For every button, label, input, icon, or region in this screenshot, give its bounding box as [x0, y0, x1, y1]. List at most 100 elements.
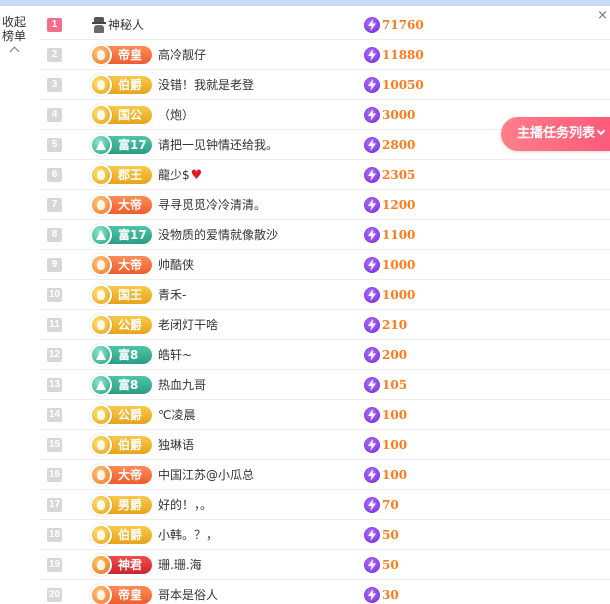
rank-row[interactable]: 9 大帝 帅酷侠 1000 [40, 250, 610, 280]
user-name[interactable]: 独琳语 [158, 437, 194, 453]
noble-badge: 郡王 [90, 164, 152, 186]
streamer-task-list-button[interactable]: 主播任务列表 [501, 117, 610, 151]
user-name[interactable]: 没错！我就是老登 [158, 77, 254, 93]
noble-badge: 富17 [90, 134, 152, 156]
noble-badge: 大帝 [90, 464, 152, 486]
noble-badge: 帝皇 [90, 584, 152, 604]
lightning-icon [364, 167, 380, 183]
lightning-icon [364, 497, 380, 513]
lightning-icon [364, 227, 380, 243]
user-name[interactable]: 寻寻觅觅冷冷清清。 [158, 197, 266, 213]
rank-row[interactable]: 8 富17 没物质的爱情就像散沙 1100 [40, 220, 610, 250]
lightning-icon [364, 47, 380, 63]
noble-badge: 国王 [90, 284, 152, 306]
badge-emblem-icon [90, 104, 112, 126]
lightning-icon [364, 107, 380, 123]
rank-row[interactable]: 10 国王 青禾- 1000 [40, 280, 610, 310]
user-name[interactable]: （炮） [158, 107, 194, 123]
score-value: 100 [382, 408, 408, 422]
badge-emblem-icon [90, 434, 112, 456]
lightning-icon [364, 77, 380, 93]
user-name[interactable]: 热血九哥 [158, 377, 206, 393]
rank-row[interactable]: 1 神秘人 71760 [40, 10, 610, 40]
rank-row[interactable]: 16 大帝 中国江苏@小瓜总 100 [40, 460, 610, 490]
score-value: 10050 [382, 78, 424, 92]
noble-badge: 伯爵 [90, 434, 152, 456]
rank-row[interactable]: 15 伯爵 独琳语 100 [40, 430, 610, 460]
rank-row[interactable]: 2 帝皇 高冷靓仔 11880 [40, 40, 610, 70]
rank-row[interactable]: 20 帝皇 哥本是俗人 30 [40, 580, 610, 604]
collapse-label: 收起榜单 [1, 15, 26, 43]
rank-row[interactable]: 12 富8 皓轩~ 200 [40, 340, 610, 370]
rank-row[interactable]: 6 郡王 龍少$♥ 2305 [40, 160, 610, 190]
noble-badge: 大帝 [90, 254, 152, 276]
user-name[interactable]: 皓轩~ [158, 347, 192, 363]
badge-emblem-icon [90, 74, 112, 96]
user-name-text: 中国江苏@小瓜总 [158, 468, 255, 482]
rank-number: 3 [47, 78, 62, 92]
badge-label: 伯爵 [118, 438, 143, 452]
user-name[interactable]: 神秘人 [108, 17, 144, 33]
rank-row[interactable]: 3 伯爵 没错！我就是老登 10050 [40, 70, 610, 100]
badge-emblem-icon [90, 554, 112, 576]
rank-row[interactable]: 11 公爵 老闭灯干啥 210 [40, 310, 610, 340]
lightning-icon [364, 137, 380, 153]
rank-number: 2 [47, 48, 62, 62]
user-name[interactable]: 老闭灯干啥 [158, 317, 218, 333]
badge-label: 富8 [118, 348, 139, 362]
rank-row[interactable]: 7 大帝 寻寻觅觅冷冷清清。 1200 [40, 190, 610, 220]
rank-number: 7 [47, 198, 62, 212]
collapse-rank-button[interactable]: 收起榜单 [0, 15, 28, 57]
rank-row[interactable]: 17 男爵 好的！，。 70 [40, 490, 610, 520]
user-name[interactable]: 没物质的爱情就像散沙 [158, 227, 278, 243]
rank-row[interactable]: 18 伯爵 小韩。？， 50 [40, 520, 610, 550]
lightning-icon [364, 17, 380, 33]
lightning-icon [364, 407, 380, 423]
badge-label: 国公 [118, 108, 143, 122]
user-name[interactable]: 中国江苏@小瓜总 [158, 467, 254, 483]
lightning-icon [364, 557, 380, 573]
rank-row[interactable]: 13 富8 热血九哥 105 [40, 370, 610, 400]
user-name-text: 皓轩~ [158, 348, 193, 362]
rank-number: 17 [47, 498, 62, 512]
badge-label: 大帝 [118, 258, 143, 272]
user-name-text: 请把一见钟情还给我。 [158, 138, 279, 152]
user-name[interactable]: 请把一见钟情还给我。 [158, 137, 278, 153]
user-name[interactable]: 高冷靓仔 [158, 47, 206, 63]
user-name[interactable]: 小韩。？， [158, 527, 218, 543]
lightning-icon [364, 317, 380, 333]
user-name-text: 好的！，。 [158, 498, 213, 512]
lightning-icon [364, 287, 380, 303]
badge-label: 帝皇 [118, 48, 143, 62]
rank-row[interactable]: 19 神君 珊.珊.海 50 [40, 550, 610, 580]
badge-label: 男爵 [118, 498, 143, 512]
badge-label: 富17 [118, 138, 147, 152]
badge-label: 大帝 [118, 198, 143, 212]
user-name[interactable]: 帅酷侠 [158, 257, 194, 273]
badge-emblem-icon [90, 194, 112, 216]
lightning-icon [364, 527, 380, 543]
badge-emblem-icon [90, 374, 112, 396]
rank-row[interactable]: 14 公爵 ℃凌晨 100 [40, 400, 610, 430]
lightning-icon [364, 377, 380, 393]
score-value: 3000 [382, 108, 416, 122]
user-name[interactable]: ℃凌晨 [158, 407, 195, 423]
rank-number: 9 [47, 258, 62, 272]
rank-number: 10 [47, 288, 62, 302]
score-value: 2800 [382, 138, 416, 152]
score-value: 100 [382, 468, 408, 482]
user-name-text: 龍少$ [158, 168, 190, 182]
top-strip [0, 0, 610, 6]
user-name-text: 没物质的爱情就像散沙 [158, 228, 279, 242]
user-name[interactable]: 哥本是俗人 [158, 587, 218, 603]
rank-number: 1 [47, 18, 62, 32]
rank-number: 8 [47, 228, 62, 242]
score-value: 30 [382, 588, 399, 602]
user-name[interactable]: 青禾- [158, 287, 186, 303]
user-name[interactable]: 好的！，。 [158, 497, 212, 513]
user-name-text: 珊.珊.海 [158, 558, 202, 572]
badge-label: 大帝 [118, 468, 143, 482]
user-name[interactable]: 珊.珊.海 [158, 557, 202, 573]
user-name[interactable]: 龍少$♥ [158, 167, 202, 184]
score-value: 1000 [382, 288, 416, 302]
